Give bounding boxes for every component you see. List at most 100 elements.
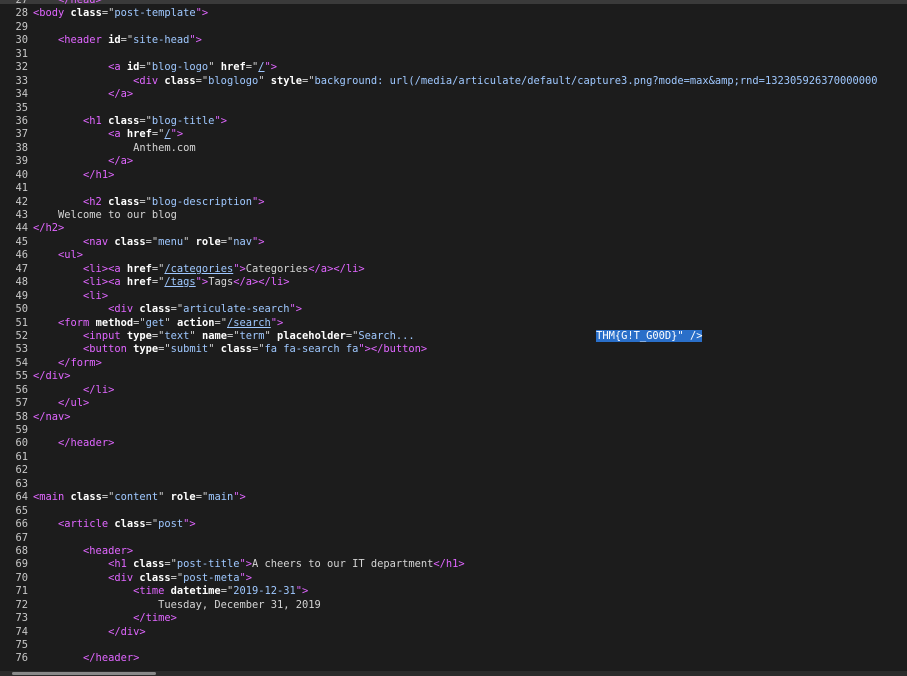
plain-token: =" xyxy=(139,61,152,74)
attribute-token: class xyxy=(108,114,140,127)
plain-token: A cheers to our IT department xyxy=(251,558,434,571)
plain-token: =" xyxy=(220,235,234,248)
tag-token: </form> xyxy=(58,356,102,369)
code-text: </form> xyxy=(33,357,102,369)
tag-token: </nav> xyxy=(33,410,71,423)
line-number: 39 xyxy=(15,155,28,168)
line-number: 40 xyxy=(15,168,28,181)
tag-token: <body xyxy=(33,7,71,20)
tag-token: </header> xyxy=(58,437,115,450)
code-text: <div class="articulate-search"> xyxy=(33,303,302,315)
tag-token: <h1 xyxy=(108,558,134,571)
link-token[interactable]: /search xyxy=(227,317,271,329)
code-line: 41 xyxy=(0,182,907,195)
attribute-token: type xyxy=(133,343,159,356)
code-text: <a href="/"> xyxy=(33,128,183,140)
line-number: 73 xyxy=(15,612,28,625)
plain-token: =" xyxy=(195,491,209,504)
code-text: <div class="bloglogo" style="background:… xyxy=(33,74,877,87)
tag-token: "> xyxy=(251,195,265,208)
code-text: </h2> xyxy=(33,222,64,234)
plain-token: =" xyxy=(158,343,171,356)
scrollbar-thumb[interactable] xyxy=(12,672,156,675)
attribute-token: class xyxy=(164,74,196,87)
plain-token: =" xyxy=(139,195,152,208)
code-line: 74 </div> xyxy=(0,626,907,639)
value-token: fa fa-search fa xyxy=(264,343,359,356)
value-token: nav xyxy=(233,235,252,248)
line-number: 57 xyxy=(15,397,28,410)
code-text: </h1> xyxy=(33,169,114,181)
tag-token: "> xyxy=(233,491,246,504)
attribute-token: class xyxy=(114,235,146,248)
tag-token: <li><a xyxy=(83,262,127,275)
attribute-token: href xyxy=(220,61,246,74)
plain-token: =" xyxy=(151,329,165,342)
line-number: 29 xyxy=(15,20,28,33)
attribute-token: class xyxy=(114,518,146,531)
line-number: 31 xyxy=(15,47,28,60)
code-line: 72 Tuesday, December 31, 2019 xyxy=(0,599,907,612)
value-token: blog-title xyxy=(151,114,215,127)
link-token[interactable]: /tags xyxy=(164,276,195,288)
tag-token: </a> xyxy=(108,88,134,101)
line-number: 30 xyxy=(15,34,28,47)
tag-token: <li><a xyxy=(83,276,127,289)
line-number: 74 xyxy=(15,625,28,638)
plain-token: =" xyxy=(345,329,359,342)
code-line: 66 <article class="post"> xyxy=(0,518,907,531)
tag-token: "> xyxy=(195,276,209,289)
value-token: site-head xyxy=(133,34,190,47)
line-number: 67 xyxy=(15,531,28,544)
code-line: 47 <li><a href="/categories">Categories<… xyxy=(0,263,907,276)
code-line: 67 xyxy=(0,532,907,545)
code-line: 45 <nav class="menu" role="nav"> xyxy=(0,236,907,249)
tag-token: <article xyxy=(58,518,115,531)
code-line: 63 xyxy=(0,478,907,491)
tag-token: <time xyxy=(133,585,171,598)
line-number: 50 xyxy=(15,303,28,316)
code-text: <header> xyxy=(33,545,133,557)
attribute-token: class xyxy=(70,7,102,20)
tag-token: <a xyxy=(108,128,127,141)
tag-token: <button xyxy=(83,343,134,356)
plain-token: =" xyxy=(101,491,115,504)
attribute-token: class xyxy=(139,571,171,584)
plain-token: =" xyxy=(151,262,165,275)
tag-token: "> xyxy=(239,558,252,571)
value-token: post-meta xyxy=(183,571,240,584)
code-text: </nav> xyxy=(33,411,71,423)
plain-token: " xyxy=(208,61,221,74)
value-token: get xyxy=(145,316,165,329)
attribute-token: class xyxy=(70,491,102,504)
plain-token: " xyxy=(158,491,171,504)
tag-token: <nav xyxy=(83,235,115,248)
tag-token: "> xyxy=(252,235,265,248)
code-line: 49 <li> xyxy=(0,290,907,303)
source-code-view[interactable]: 27 </head> 28 <body class="post-template">… xyxy=(0,0,907,666)
tag-token: </h2> xyxy=(33,222,65,235)
tag-token: </head> xyxy=(58,0,102,6)
plain-token: =" xyxy=(245,61,259,74)
line-number: 68 xyxy=(15,544,28,557)
horizontal-scrollbar[interactable] xyxy=(0,671,907,676)
link-token[interactable]: /categories xyxy=(164,263,233,275)
line-number: 65 xyxy=(15,504,28,517)
code-text: <button type="submit" class="fa fa-searc… xyxy=(33,343,427,355)
code-line: 43 Welcome to our blog xyxy=(0,209,907,222)
code-line: 55 </div> xyxy=(0,370,907,383)
line-number: 44 xyxy=(15,222,28,235)
code-line: 37 <a href="/"> xyxy=(0,128,907,141)
code-line: 46 <ul> xyxy=(0,249,907,262)
code-line: 40 </h1> xyxy=(0,169,907,182)
code-line: 60 </header> xyxy=(0,437,907,450)
